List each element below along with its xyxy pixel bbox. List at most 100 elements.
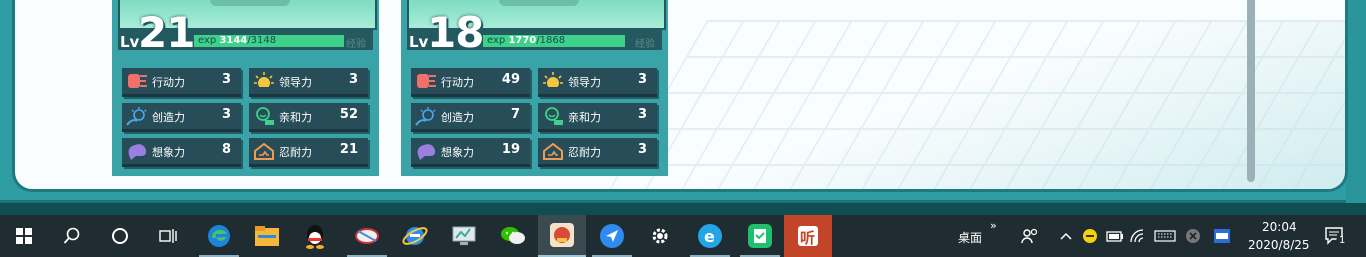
stat-name: 想象力	[152, 146, 185, 159]
stat-name: 领导力	[279, 76, 312, 89]
stat-name: 领导力	[568, 76, 601, 89]
stat-name: 亲和力	[279, 111, 312, 124]
leadership-icon	[542, 71, 564, 91]
stat-value: 3	[637, 107, 647, 122]
windows-start-icon[interactable]	[0, 215, 48, 257]
stat-value: 3	[348, 72, 358, 87]
stat-name: 创造力	[152, 111, 185, 124]
exp-bar: exp 1770/1868	[483, 35, 625, 47]
stat-name: 忍耐力	[568, 146, 601, 159]
people-icon[interactable]	[1018, 215, 1042, 257]
stat-name: 创造力	[441, 111, 474, 124]
stat-value: 21	[339, 142, 358, 157]
exp-tag: 经验	[346, 39, 366, 50]
stat-value: 3	[221, 107, 231, 122]
level-number: 21	[138, 8, 195, 57]
exp-current: 3144	[219, 35, 248, 46]
endurance-icon	[542, 141, 564, 161]
cortana-icon[interactable]	[96, 215, 144, 257]
exp-current: 1770	[508, 35, 537, 46]
ie-icon[interactable]	[391, 215, 439, 257]
stat-affinity: 亲和力 52	[249, 103, 368, 132]
stat-action: 行动力 49	[411, 68, 530, 97]
leadership-icon	[253, 71, 275, 91]
chat-bubble-icon[interactable]	[1080, 215, 1100, 257]
svg-text:听: 听	[800, 229, 815, 247]
toolbar-more-chevron[interactable]: »	[990, 219, 997, 232]
floor-shade	[655, 20, 1345, 189]
edge-icon[interactable]	[195, 215, 243, 257]
file-explorer-icon[interactable]	[243, 215, 291, 257]
stat-name: 忍耐力	[279, 146, 312, 159]
game-window: Lv 21 exp 3144/3148 经验 行动力 3 领导力 3 创造力 3 亲和力 52…	[0, 0, 1366, 215]
exp-tag: 经验	[635, 39, 655, 50]
frame-right-edge	[1346, 0, 1366, 203]
stat-value: 19	[501, 142, 520, 157]
stat-leadership: 领导力 3	[249, 68, 368, 97]
notification-count: 1	[1339, 235, 1346, 246]
stat-value: 3	[637, 72, 647, 87]
stat-value: 3	[637, 142, 647, 157]
remote-desktop-icon[interactable]	[440, 215, 488, 257]
battery-icon[interactable]	[1104, 215, 1126, 257]
imagination-icon	[415, 141, 437, 161]
clock-time[interactable]: 20:04	[1262, 220, 1297, 234]
stat-name: 亲和力	[568, 111, 601, 124]
keyboard-icon[interactable]	[1152, 215, 1178, 257]
flv-app-icon[interactable]	[1210, 215, 1234, 257]
stat-value: 52	[339, 107, 358, 122]
level-label: Lv	[120, 33, 140, 51]
windows-taskbar: e 听 桌面 » 20:04 2020/8/25 1	[0, 215, 1366, 257]
level-label: Lv	[409, 33, 429, 51]
show-hidden-icons-chevron-icon[interactable]	[1056, 215, 1076, 257]
frame-bottom-edge	[0, 203, 1366, 215]
desktop-toolbar-label[interactable]: 桌面	[958, 229, 982, 246]
task-view-icon[interactable]	[144, 215, 192, 257]
exp-max: /3148	[247, 35, 277, 46]
close-circle-icon[interactable]	[1182, 215, 1204, 257]
stat-imagination: 想象力 8	[122, 138, 241, 167]
stat-creativity: 创造力 7	[411, 103, 530, 132]
action-icon	[415, 71, 437, 91]
game-icon[interactable]	[538, 215, 586, 257]
level-number: 18	[427, 8, 484, 57]
stat-value: 7	[510, 107, 520, 122]
qq-icon[interactable]	[291, 215, 339, 257]
wechat-icon[interactable]	[489, 215, 537, 257]
background-pole	[1247, 0, 1255, 182]
imagination-icon	[126, 141, 148, 161]
affinity-icon	[253, 106, 275, 126]
browser-e-icon[interactable]: e	[686, 215, 734, 257]
stat-affinity: 亲和力 3	[538, 103, 657, 132]
stat-value: 8	[221, 142, 231, 157]
stat-endurance: 忍耐力 3	[538, 138, 657, 167]
exp-max: /1868	[536, 35, 566, 46]
endurance-icon	[253, 141, 275, 161]
stat-name: 行动力	[441, 76, 474, 89]
settings-icon[interactable]	[636, 215, 684, 257]
exp-label: exp	[487, 35, 506, 46]
stat-endurance: 忍耐力 21	[249, 138, 368, 167]
exp-bar: exp 3144/3148	[194, 35, 344, 47]
clock-date[interactable]: 2020/8/25	[1248, 238, 1310, 252]
wifi-icon[interactable]	[1128, 215, 1150, 257]
character-card-1[interactable]: Lv 21 exp 3144/3148 经验 行动力 3 领导力 3 创造力 3 亲和力 52…	[112, 0, 379, 176]
ting-icon[interactable]: 听	[784, 215, 832, 257]
stat-name: 行动力	[152, 76, 185, 89]
green-app-icon[interactable]	[736, 215, 784, 257]
exp-label: exp	[198, 35, 217, 46]
creativity-icon	[415, 106, 437, 126]
affinity-icon	[542, 106, 564, 126]
action-center-icon[interactable]: 1	[1318, 215, 1352, 257]
creativity-icon	[126, 106, 148, 126]
action-icon	[126, 71, 148, 91]
app-icon[interactable]	[343, 215, 391, 257]
feishu-icon[interactable]	[588, 215, 636, 257]
stat-action: 行动力 3	[122, 68, 241, 97]
search-icon[interactable]	[48, 215, 96, 257]
stat-name: 想象力	[441, 146, 474, 159]
stat-imagination: 想象力 19	[411, 138, 530, 167]
character-card-2[interactable]: Lv 18 exp 1770/1868 经验 行动力 49 领导力 3 创造力 7 亲和力 3…	[401, 0, 668, 176]
stat-leadership: 领导力 3	[538, 68, 657, 97]
stat-value: 49	[501, 72, 520, 87]
